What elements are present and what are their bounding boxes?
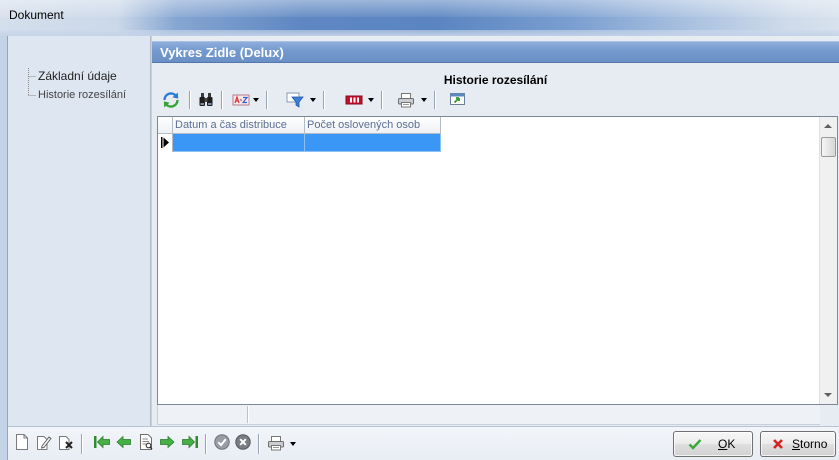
grid-toolbar <box>152 88 839 112</box>
edit-document-icon <box>37 436 52 450</box>
row-indicator-header <box>158 117 173 134</box>
grid-cell-pocet[interactable] <box>305 134 441 152</box>
document-header: Vykres Zidle (Delux) <box>152 41 839 63</box>
previous-record-button[interactable] <box>116 434 132 453</box>
printer-icon <box>268 436 284 451</box>
storno-button-label: Storno <box>792 437 828 451</box>
filter-icon <box>286 92 304 108</box>
close-icon <box>773 439 783 449</box>
navigation-tree: Základní údaje Historie rozesílání <box>8 36 150 426</box>
first-record-icon <box>94 435 110 449</box>
footer-print-button[interactable] <box>267 435 285 454</box>
window-title: Dokument <box>9 8 64 22</box>
sort-az-icon <box>232 94 250 106</box>
approve-button[interactable] <box>214 434 230 453</box>
tree-item-historie-rozesilani[interactable]: Historie rozesílání <box>38 88 126 102</box>
last-record-icon <box>182 435 198 449</box>
delete-button[interactable] <box>58 434 74 453</box>
ok-button[interactable]: OK <box>673 431 753 457</box>
first-record-button[interactable] <box>93 434 111 453</box>
new-button[interactable] <box>15 434 29 453</box>
delete-document-icon <box>59 436 73 450</box>
status-divider <box>247 406 248 423</box>
column-header-pocet[interactable]: Počet oslovených osob <box>305 117 441 134</box>
row-indicator[interactable] <box>158 134 173 152</box>
next-record-icon <box>160 435 175 449</box>
view-button[interactable] <box>139 434 153 453</box>
column-header-datum[interactable]: Datum a čas distribuce <box>173 117 305 134</box>
current-row-arrow-icon <box>161 137 169 148</box>
export-button[interactable] <box>449 91 467 110</box>
scroll-up-button[interactable] <box>820 117 837 134</box>
export-icon <box>450 93 465 105</box>
filter-menu-arrow[interactable] <box>310 98 316 102</box>
arrow-down-icon <box>824 393 832 397</box>
document-title: Vykres Zidle (Delux) <box>160 45 284 60</box>
toolbar-separator <box>266 91 267 109</box>
scroll-thumb[interactable] <box>821 137 836 157</box>
scroll-down-button[interactable] <box>820 387 837 404</box>
window-frame-left <box>0 36 8 460</box>
toolbar-separator <box>221 91 222 109</box>
columns-icon <box>345 95 363 105</box>
sort-button[interactable] <box>232 92 250 111</box>
toolbar-separator <box>381 91 382 109</box>
sort-menu-arrow[interactable] <box>253 98 259 102</box>
titlebar-gloss <box>0 0 839 17</box>
storno-button[interactable]: Storno <box>760 431 836 457</box>
last-record-button[interactable] <box>181 434 199 453</box>
columns-menu-arrow[interactable] <box>368 98 374 102</box>
view-document-icon <box>140 434 153 450</box>
printer-icon <box>398 93 414 108</box>
reject-button[interactable] <box>235 434 251 453</box>
toolbar-separator <box>323 91 324 109</box>
approve-icon <box>214 434 230 450</box>
next-record-button[interactable] <box>159 434 175 453</box>
print-button[interactable] <box>397 92 415 111</box>
find-button[interactable] <box>198 92 214 111</box>
window-titlebar[interactable]: Dokument <box>0 0 839 36</box>
grid-status-bar <box>157 405 820 425</box>
toolbar-separator <box>434 91 435 109</box>
grid-cell-datum[interactable] <box>173 134 305 152</box>
refresh-button[interactable] <box>162 91 180 112</box>
reject-icon <box>235 434 251 450</box>
checkmark-icon <box>688 439 702 450</box>
history-grid: Datum a čas distribuce Počet oslovených … <box>157 116 838 405</box>
filter-button[interactable] <box>286 92 304 111</box>
binoculars-icon <box>199 93 213 106</box>
previous-record-icon <box>116 435 131 449</box>
arrow-up-icon <box>824 124 832 128</box>
print-menu-arrow[interactable] <box>421 98 427 102</box>
section-title: Historie rozesílání <box>443 73 548 87</box>
footer-print-menu-arrow[interactable] <box>290 442 296 446</box>
ok-button-label: OK <box>718 437 736 451</box>
toolbar-separator <box>205 434 206 454</box>
bottom-toolbar: OK Storno <box>8 426 839 460</box>
vertical-scrollbar[interactable] <box>819 117 837 404</box>
toolbar-separator <box>258 434 259 454</box>
edit-button[interactable] <box>36 434 52 453</box>
toolbar-separator <box>189 91 190 109</box>
columns-button[interactable] <box>345 94 363 109</box>
toolbar-separator <box>81 434 82 454</box>
tree-item-zakladni-udaje[interactable]: Základní údaje <box>38 69 117 83</box>
refresh-icon <box>163 92 179 108</box>
new-document-icon <box>16 434 28 450</box>
